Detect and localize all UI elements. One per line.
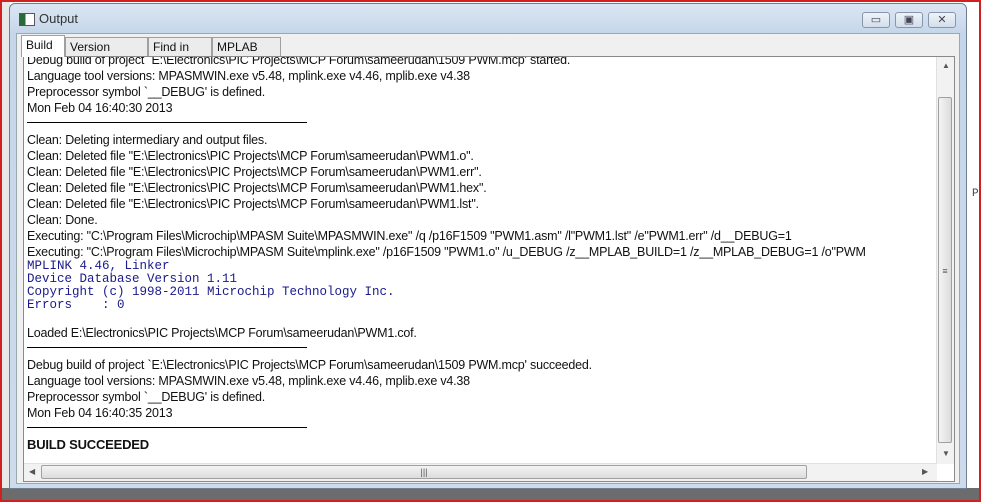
separator [27,427,307,428]
maximize-button[interactable]: ▣ [895,12,923,28]
output-line: Mon Feb 04 16:40:30 2013 [27,101,173,115]
output-line: Clean: Deleted file "E:\Electronics\PIC … [27,149,474,163]
output-window-icon [19,13,35,26]
tab-version-control[interactable]: Version Control [65,37,148,72]
output-line: Debug build of project `E:\Electronics\P… [27,56,571,67]
minimize-button[interactable]: ▭ [862,12,890,28]
output-line: Clean: Deleted file "E:\Electronics\PIC … [27,181,487,195]
output-line: Preprocessor symbol `__DEBUG' is defined… [27,390,266,404]
build-result: BUILD SUCCEEDED [27,437,149,452]
tab-find-in-files[interactable]: Find in Files [148,37,212,72]
output-line: Clean: Deleted file "E:\Electronics\PIC … [27,197,479,211]
output-line: Preprocessor symbol `__DEBUG' is defined… [27,85,266,99]
output-line: Debug build of project `E:\Electronics\P… [27,358,592,372]
vertical-scrollbar[interactable]: ▲ ≡ ▼ [936,57,954,464]
output-line: Language tool versions: MPASMWIN.exe v5.… [27,69,470,83]
scroll-down-icon[interactable]: ▼ [942,449,950,458]
output-line: Language tool versions: MPASMWIN.exe v5.… [27,374,470,388]
separator [27,122,307,123]
output-line: Clean: Deleted file "E:\Electronics\PIC … [27,165,482,179]
close-button[interactable]: ✕ [928,12,956,28]
output-line: Clean: Done. [27,213,98,227]
linker-line: Device Database Version 1.11 [27,272,238,286]
scroll-right-icon[interactable]: ▶ [922,467,928,476]
build-output-text[interactable]: Debug build of project `E:\Electronics\P… [23,56,955,482]
scroll-left-icon[interactable]: ◀ [29,467,35,476]
vertical-scroll-thumb[interactable]: ≡ [938,97,952,443]
linker-line: MPLINK 4.46, Linker [27,259,170,273]
linker-line: Errors : 0 [27,298,125,312]
output-line: Mon Feb 04 16:40:35 2013 [27,406,173,420]
output-line: Loaded E:\Electronics\PIC Projects\MCP F… [27,326,417,340]
output-panel: Build Version Control Find in Files MPLA… [16,33,960,484]
maximize-icon: ▣ [903,14,915,26]
output-line: Clean: Deleting intermediary and output … [27,133,268,147]
tab-mplab-sim[interactable]: MPLAB SIM [212,37,281,72]
separator [27,347,307,348]
scroll-up-icon[interactable]: ▲ [942,61,950,70]
horizontal-scroll-thumb[interactable]: ||| [41,465,807,479]
background-text: P [972,188,979,200]
horizontal-scrollbar[interactable]: ◀ ||| ▶ [24,463,937,481]
taskbar-strip [0,488,981,502]
output-line: Executing: "C:\Program Files\Microchip\M… [27,229,792,243]
close-icon: ✕ [937,14,947,26]
output-line: Executing: "C:\Program Files\Microchip\M… [27,245,866,259]
minimize-icon: ▭ [870,14,882,26]
tab-build[interactable]: Build [21,35,65,57]
linker-line: Copyright (c) 1998-2011 Microchip Techno… [27,285,395,299]
window-title: Output [39,11,79,26]
output-window: Output ▭ ▣ ✕ Build Version Control Find … [9,3,967,489]
